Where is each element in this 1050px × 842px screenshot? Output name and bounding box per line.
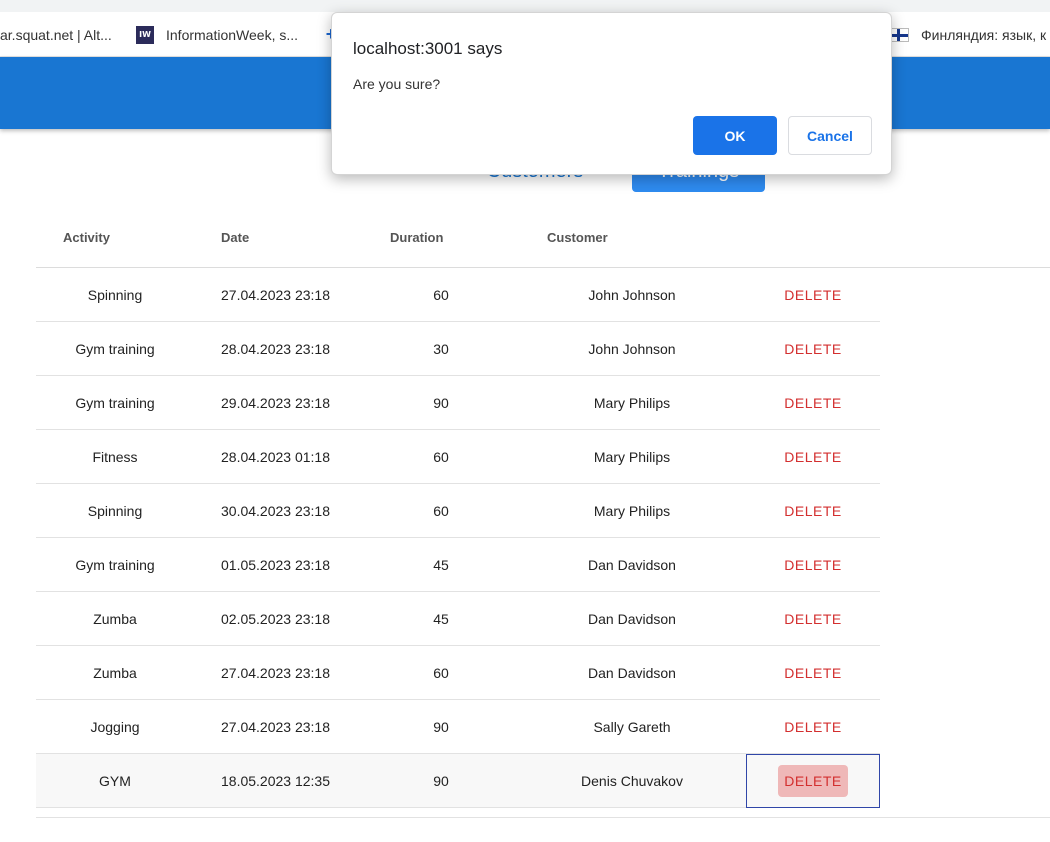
- table-row: Jogging 27.04.2023 23:18 90 Sally Gareth…: [36, 700, 880, 754]
- duration-cell: 60: [433, 287, 449, 303]
- customer-cell: Mary Philips: [593, 449, 671, 465]
- customer-cell: Mary Philips: [593, 395, 671, 411]
- delete-button[interactable]: DELETE: [778, 495, 847, 527]
- confirm-dialog: localhost:3001 says Are you sure? OK Can…: [331, 12, 892, 175]
- duration-cell: 90: [433, 395, 449, 411]
- delete-button[interactable]: DELETE: [778, 603, 847, 635]
- duration-cell: 45: [433, 611, 449, 627]
- date-cell: 27.04.2023 23:18: [221, 665, 330, 681]
- date-cell: 30.04.2023 23:18: [221, 503, 330, 519]
- delete-button[interactable]: DELETE: [778, 387, 847, 419]
- activity-cell: Fitness: [92, 449, 138, 465]
- table-body: Spinning 27.04.2023 23:18 60 John Johnso…: [36, 268, 880, 808]
- action-cell: DELETE: [746, 268, 880, 322]
- finland-flag-icon: [891, 27, 909, 42]
- delete-button[interactable]: DELETE: [778, 711, 847, 743]
- action-cell: DELETE: [746, 538, 880, 592]
- bookmark-finland[interactable]: Финляндия: язык, к: [891, 12, 1046, 57]
- table-row: Zumba 27.04.2023 23:18 60 Dan Davidson D…: [36, 646, 880, 700]
- column-header-activity[interactable]: Activity: [63, 206, 110, 268]
- action-cell: DELETE: [746, 484, 880, 538]
- column-header-customer[interactable]: Customer: [547, 206, 608, 268]
- duration-cell: 60: [433, 665, 449, 681]
- dialog-title: localhost:3001 says: [353, 39, 503, 58]
- activity-cell: Zumba: [93, 611, 137, 627]
- duration-cell: 90: [433, 719, 449, 735]
- action-cell: DELETE: [746, 322, 880, 376]
- action-cell: DELETE: [746, 592, 880, 646]
- delete-button[interactable]: DELETE: [778, 333, 847, 365]
- action-cell: DELETE: [746, 376, 880, 430]
- date-cell: 18.05.2023 12:35: [221, 773, 330, 789]
- activity-cell: Jogging: [90, 719, 140, 735]
- action-cell: DELETE: [746, 646, 880, 700]
- customer-cell: John Johnson: [588, 341, 676, 357]
- customer-cell: Mary Philips: [593, 503, 671, 519]
- date-cell: 02.05.2023 23:18: [221, 611, 330, 627]
- bookmark-label: InformationWeek, s...: [166, 26, 299, 43]
- date-cell: 27.04.2023 23:18: [221, 719, 330, 735]
- bookmark-informationweek[interactable]: IW InformationWeek, s...: [136, 12, 298, 57]
- bookmark-label: ar.squat.net | Alt...: [0, 26, 112, 43]
- app-root: ar.squat.net | Alt... IW InformationWeek…: [0, 0, 1050, 842]
- customer-cell: John Johnson: [588, 287, 676, 303]
- customer-cell: Dan Davidson: [588, 611, 676, 627]
- table-row-selected: GYM 18.05.2023 12:35 90 Denis Chuvakov D…: [36, 754, 880, 808]
- action-cell: DELETE: [746, 700, 880, 754]
- duration-cell: 90: [433, 773, 449, 789]
- table-row: Spinning 30.04.2023 23:18 60 Mary Philip…: [36, 484, 880, 538]
- duration-cell: 60: [433, 503, 449, 519]
- column-header-date[interactable]: Date: [221, 206, 249, 268]
- table-row: Gym training 01.05.2023 23:18 45 Dan Dav…: [36, 538, 880, 592]
- activity-cell: Zumba: [93, 665, 137, 681]
- delete-button[interactable]: DELETE: [778, 657, 847, 689]
- table-row: Gym training 29.04.2023 23:18 90 Mary Ph…: [36, 376, 880, 430]
- delete-button[interactable]: DELETE: [778, 441, 847, 473]
- customer-cell: Dan Davidson: [588, 557, 676, 573]
- table-row: Fitness 28.04.2023 01:18 60 Mary Philips…: [36, 430, 880, 484]
- browser-tab-strip: [0, 0, 1050, 12]
- date-cell: 28.04.2023 01:18: [221, 449, 330, 465]
- bookmark-squat[interactable]: ar.squat.net | Alt...: [0, 12, 112, 57]
- activity-cell: Spinning: [87, 503, 143, 519]
- duration-cell: 45: [433, 557, 449, 573]
- trainings-table: Activity Date Duration Customer Spinning…: [36, 206, 1050, 818]
- ok-button[interactable]: OK: [693, 116, 777, 155]
- customer-cell: Sally Gareth: [593, 719, 671, 735]
- delete-button[interactable]: DELETE: [778, 549, 847, 581]
- delete-button[interactable]: DELETE: [778, 279, 847, 311]
- dialog-message: Are you sure?: [353, 76, 441, 92]
- activity-cell: Gym training: [75, 395, 155, 411]
- table-row: Spinning 27.04.2023 23:18 60 John Johnso…: [36, 268, 880, 322]
- customer-cell: Dan Davidson: [588, 665, 676, 681]
- delete-button[interactable]: DELETE: [778, 765, 848, 797]
- table-footer: [36, 808, 1050, 818]
- activity-cell: Spinning: [87, 287, 143, 303]
- duration-cell: 30: [433, 341, 449, 357]
- date-cell: 28.04.2023 23:18: [221, 341, 330, 357]
- activity-cell: GYM: [99, 773, 131, 789]
- table-row: Gym training 28.04.2023 23:18 30 John Jo…: [36, 322, 880, 376]
- duration-cell: 60: [433, 449, 449, 465]
- date-cell: 29.04.2023 23:18: [221, 395, 330, 411]
- date-cell: 27.04.2023 23:18: [221, 287, 330, 303]
- activity-cell: Gym training: [75, 557, 155, 573]
- bookmark-label: Финляндия: язык, к: [921, 26, 1047, 43]
- informationweek-icon: IW: [136, 25, 154, 44]
- table-row: Zumba 02.05.2023 23:18 45 Dan Davidson D…: [36, 592, 880, 646]
- activity-cell: Gym training: [75, 341, 155, 357]
- column-header-duration[interactable]: Duration: [390, 206, 443, 268]
- table-header: Activity Date Duration Customer: [36, 206, 1050, 268]
- action-cell: DELETE: [746, 430, 880, 484]
- customer-cell: Denis Chuvakov: [581, 773, 683, 789]
- action-cell-focused: DELETE: [746, 754, 880, 808]
- date-cell: 01.05.2023 23:18: [221, 557, 330, 573]
- cancel-button[interactable]: Cancel: [788, 116, 872, 155]
